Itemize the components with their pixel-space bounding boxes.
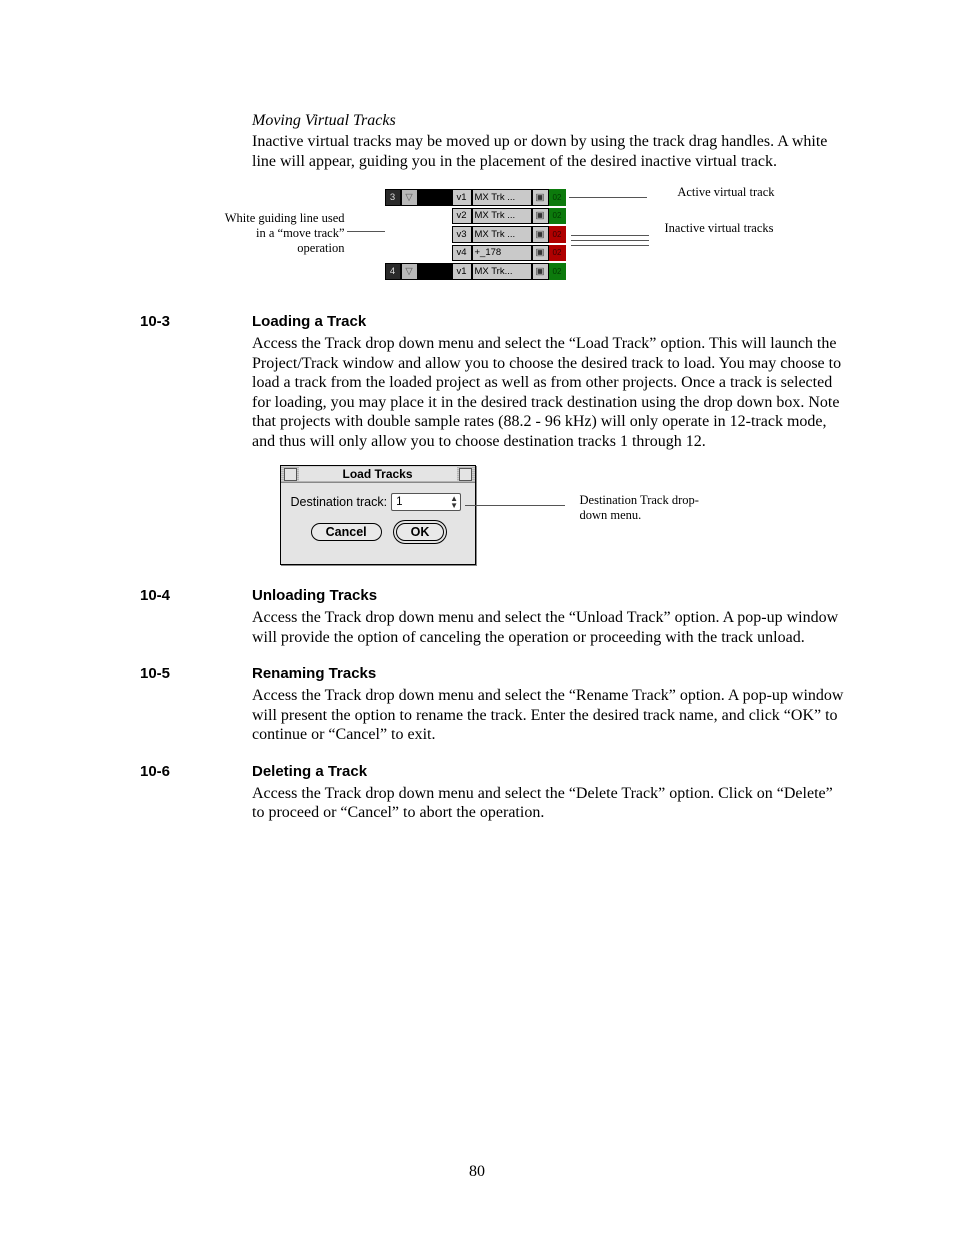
track-name-cell: MX Trk ... (472, 189, 532, 206)
dialog-button-row: Cancel OK (291, 523, 465, 541)
virtual-track-index: v1 (452, 189, 472, 206)
section-title: Renaming Tracks (252, 665, 376, 682)
track-control-icon[interactable]: ▣ (532, 263, 549, 280)
track-status-badge: 02 (549, 226, 566, 243)
zoom-box-icon[interactable] (459, 468, 472, 481)
section-heading-row: 10-3 Loading a Track (140, 313, 849, 330)
load-tracks-dialog: Load Tracks Destination track: 1 ▲▼ (280, 465, 476, 565)
leader-line (571, 235, 649, 236)
paragraph: Access the Track drop down menu and sele… (252, 334, 849, 451)
track-name-cell: +_178 (472, 245, 532, 262)
section-heading-row: 10-5 Renaming Tracks (140, 665, 849, 682)
paragraph: Access the Track drop down menu and sele… (252, 608, 849, 647)
virtual-track-index: v1 (452, 263, 472, 280)
track-row: v4+_178▣02 (385, 245, 566, 262)
paragraph: Access the Track drop down menu and sele… (252, 784, 849, 823)
track-status-badge: 02 (549, 189, 566, 206)
figure-annotation-left: White guiding line used in a “move track… (215, 211, 345, 256)
track-status-badge: 02 (549, 245, 566, 262)
leader-line (571, 245, 649, 246)
track-row: v3MX Trk ...▣02 (385, 226, 566, 243)
virtual-track-index: v2 (452, 208, 472, 225)
virtual-track-index: v3 (452, 226, 472, 243)
track-number-cell: 3 (385, 189, 401, 206)
track-number-cell: 4 (385, 263, 401, 280)
field-label: Destination track: (291, 495, 388, 509)
track-row: 3▽ v1MX Trk ...▣02 (385, 189, 566, 206)
track-control-icon[interactable]: ▣ (532, 208, 549, 225)
select-stepper-icon: ▲▼ (450, 495, 458, 509)
paragraph: Inactive virtual tracks may be moved up … (252, 132, 849, 171)
track-control-icon[interactable]: ▣ (532, 245, 549, 262)
leader-line (347, 231, 385, 232)
dialog-body: Destination track: 1 ▲▼ Cancel OK (281, 483, 475, 541)
figure-annotation-active: Active virtual track (677, 185, 774, 200)
document-page: Moving Virtual Tracks Inactive virtual t… (0, 0, 954, 1235)
dialog-title: Load Tracks (299, 467, 457, 481)
section-moving-virtual-tracks: Moving Virtual Tracks Inactive virtual t… (252, 112, 849, 171)
track-name-cell: MX Trk... (472, 263, 532, 280)
leader-line (571, 240, 649, 241)
track-spacer (418, 263, 452, 280)
section-number: 10-3 (140, 313, 252, 330)
leader-line (569, 197, 647, 198)
subheading: Moving Virtual Tracks (252, 112, 849, 130)
destination-track-select[interactable]: 1 ▲▼ (391, 493, 461, 511)
select-value: 1 (396, 496, 402, 508)
figure-tracklist-wrap: White guiding line used in a “move track… (140, 185, 849, 295)
figure-load-tracks-wrap: Load Tracks Destination track: 1 ▲▼ (140, 465, 849, 569)
figure-tracklist: White guiding line used in a “move track… (215, 185, 775, 295)
track-row: v2MX Trk ...▣02 (385, 208, 566, 225)
track-name-cell: MX Trk ... (472, 208, 532, 225)
section-number: 10-4 (140, 587, 252, 604)
cancel-button[interactable]: Cancel (311, 523, 382, 541)
section-title: Loading a Track (252, 313, 366, 330)
paragraph: Access the Track drop down menu and sele… (252, 686, 849, 745)
track-status-badge: 02 (549, 263, 566, 280)
figure-annotation-inactive: Inactive virtual tracks (665, 221, 775, 236)
page-number: 80 (0, 1163, 954, 1181)
track-row: 4▽ v1MX Trk...▣02 (385, 263, 566, 280)
section-heading-row: 10-4 Unloading Tracks (140, 587, 849, 604)
leader-line (465, 505, 565, 506)
track-expand-icon[interactable]: ▽ (401, 189, 418, 206)
section-number: 10-5 (140, 665, 252, 682)
track-list: 3▽v1MX Trk ...▣02v2MX Trk ...▣02v3MX Trk… (385, 189, 566, 282)
section-heading-row: 10-6 Deleting a Track (140, 763, 849, 780)
track-control-icon[interactable]: ▣ (532, 189, 549, 206)
track-control-icon[interactable]: ▣ (532, 226, 549, 243)
section-number: 10-6 (140, 763, 252, 780)
destination-track-field: Destination track: 1 ▲▼ (291, 493, 465, 511)
section-title: Deleting a Track (252, 763, 367, 780)
section-title: Unloading Tracks (252, 587, 377, 604)
virtual-track-index: v4 (452, 245, 472, 262)
figure-load-tracks: Load Tracks Destination track: 1 ▲▼ (280, 465, 710, 569)
figure-annotation: Destination Track drop-down menu. (580, 493, 710, 523)
dialog-titlebar: Load Tracks (281, 466, 475, 483)
track-name-cell: MX Trk ... (472, 226, 532, 243)
track-status-badge: 02 (549, 208, 566, 225)
track-spacer (418, 189, 452, 206)
close-box-icon[interactable] (284, 468, 297, 481)
track-expand-icon[interactable]: ▽ (401, 263, 418, 280)
ok-button[interactable]: OK (396, 523, 445, 541)
